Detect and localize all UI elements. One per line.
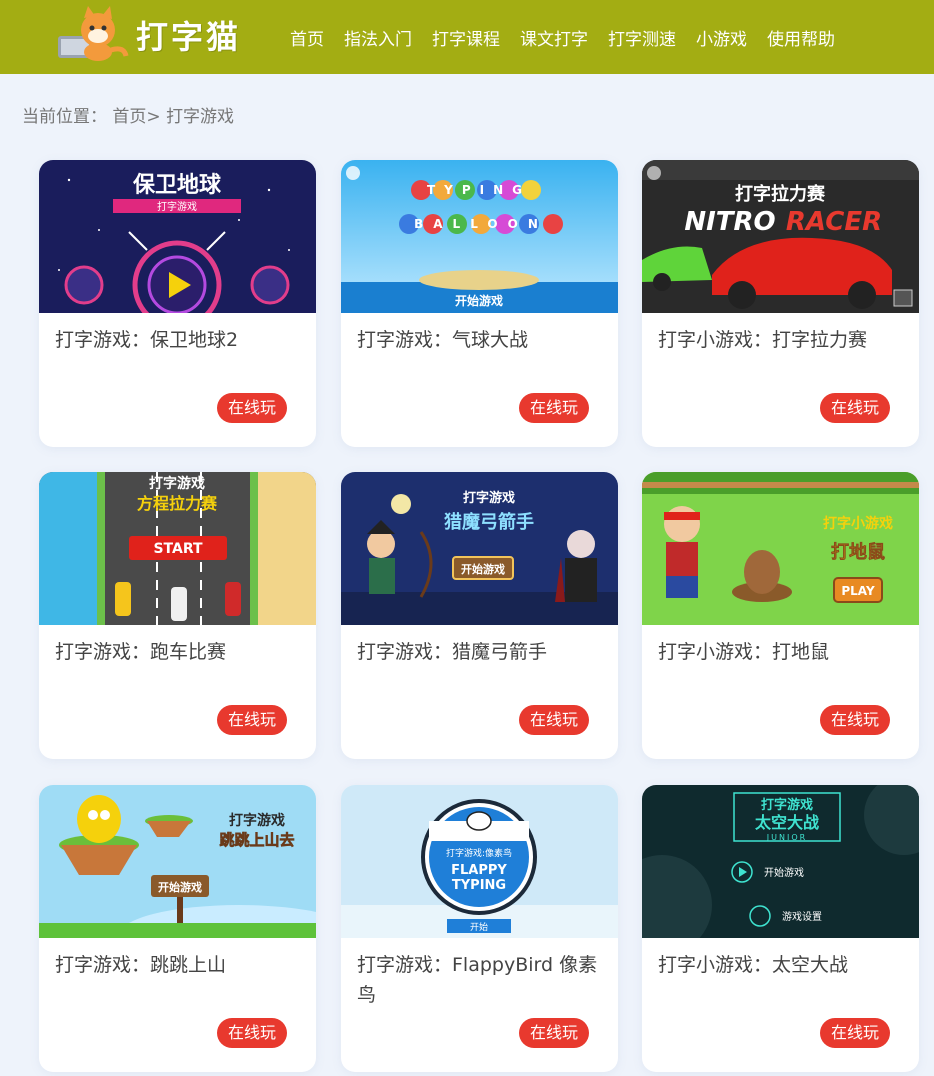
play-online-button[interactable]: 在线玩 xyxy=(519,705,589,735)
svg-text:打字游戏: 打字游戏 xyxy=(157,200,197,213)
svg-text:太空大战: 太空大战 xyxy=(754,813,819,832)
breadcrumb-home-link[interactable]: 首页 xyxy=(112,107,146,127)
svg-text:猎魔弓箭手: 猎魔弓箭手 xyxy=(444,511,534,533)
svg-text:RACER: RACER xyxy=(786,207,882,237)
game-title[interactable]: 打字小游戏：打地鼠 xyxy=(658,637,906,667)
svg-text:打字游戏:像素鸟: 打字游戏:像素鸟 xyxy=(446,847,512,859)
svg-text:游戏设置: 游戏设置 xyxy=(782,910,822,923)
breadcrumb-prefix: 当前位置： xyxy=(22,107,107,127)
game-thumbnail[interactable]: 打字游戏:像素鸟 FLAPPY TYPING 开始 xyxy=(341,785,618,938)
nav-item-home[interactable]: 首页 xyxy=(280,25,334,50)
game-title[interactable]: 打字游戏：保卫地球2 xyxy=(55,325,303,355)
game-card[interactable]: 打字游戏:像素鸟 FLAPPY TYPING 开始 打字游戏：FlappyBir… xyxy=(341,785,618,1072)
svg-text:打字小游戏: 打字小游戏 xyxy=(823,515,893,532)
game-thumbnail[interactable]: TYPING BALLOON 开始游戏 xyxy=(341,160,618,313)
game-thumbnail[interactable]: 打字游戏 方程拉力赛 START xyxy=(39,472,316,625)
game-card[interactable]: 打字游戏 猎魔弓箭手 开始游戏 打字游戏：猎魔弓箭手 在线玩 xyxy=(341,472,618,759)
game-title[interactable]: 打字游戏：跳跳上山 xyxy=(55,950,303,980)
nav-item-games[interactable]: 小游戏 xyxy=(686,25,757,50)
nav-item-fingering[interactable]: 指法入门 xyxy=(334,25,422,50)
game-thumbnail[interactable]: 打字拉力赛 NITRO RACER xyxy=(642,160,919,313)
play-online-button[interactable]: 在线玩 xyxy=(217,393,287,423)
svg-text:打字游戏: 打字游戏 xyxy=(761,797,813,813)
breadcrumb-separator: > xyxy=(146,107,161,127)
game-title[interactable]: 打字游戏：跑车比赛 xyxy=(55,637,303,667)
game-card[interactable]: 打字游戏 跳跳上山去 开始游戏 打字游戏：跳跳上山 在线玩 xyxy=(39,785,316,1072)
game-title[interactable]: 打字小游戏：打字拉力赛 xyxy=(658,325,906,355)
game-title[interactable]: 打字游戏：猎魔弓箭手 xyxy=(357,637,605,667)
logo-text: 打字猫 xyxy=(136,18,242,56)
game-title[interactable]: 打字小游戏：太空大战 xyxy=(658,950,906,980)
game-thumbnail[interactable]: 打字游戏 太空大战 JUNIOR 开始游戏 游戏设置 xyxy=(642,785,919,938)
game-thumbnail[interactable]: 打字游戏 跳跳上山去 开始游戏 xyxy=(39,785,316,938)
cat-mascot-icon xyxy=(54,6,132,64)
game-thumbnail[interactable]: 打字游戏 猎魔弓箭手 开始游戏 xyxy=(341,472,618,625)
play-online-button[interactable]: 在线玩 xyxy=(519,393,589,423)
breadcrumb-current: 打字游戏 xyxy=(166,107,235,127)
game-card[interactable]: 保卫地球 打字游戏 打字游戏：保卫地球2 在线玩 xyxy=(39,160,316,447)
svg-text:START: START xyxy=(153,541,203,557)
play-online-button[interactable]: 在线玩 xyxy=(519,1018,589,1048)
game-card[interactable]: 打字小游戏 打地鼠 PLAY 打字小游戏：打地鼠 在线玩 xyxy=(642,472,919,759)
svg-text:打字游戏: 打字游戏 xyxy=(229,812,285,829)
game-title[interactable]: 打字游戏：FlappyBird 像素鸟 xyxy=(357,950,605,1010)
play-online-button[interactable]: 在线玩 xyxy=(217,705,287,735)
nav-item-text-typing[interactable]: 课文打字 xyxy=(510,25,598,50)
nav-item-speed-test[interactable]: 打字测速 xyxy=(598,25,686,50)
svg-text:NITRO: NITRO xyxy=(684,207,775,237)
svg-text:PLAY: PLAY xyxy=(841,584,875,598)
svg-text:打字游戏: 打字游戏 xyxy=(463,490,515,506)
play-online-button[interactable]: 在线玩 xyxy=(820,393,890,423)
nav-item-courses[interactable]: 打字课程 xyxy=(422,25,510,50)
svg-text:打地鼠: 打地鼠 xyxy=(831,541,885,563)
svg-text:跳跳上山去: 跳跳上山去 xyxy=(219,831,294,849)
svg-text:BALLOON: BALLOON xyxy=(414,217,548,231)
play-online-button[interactable]: 在线玩 xyxy=(820,705,890,735)
breadcrumb: 当前位置： 首页> 打字游戏 xyxy=(22,102,234,127)
svg-text:方程拉力赛: 方程拉力赛 xyxy=(137,494,218,513)
svg-text:开始: 开始 xyxy=(470,921,488,933)
nav-item-help[interactable]: 使用帮助 xyxy=(757,25,845,50)
svg-text:TYPING: TYPING xyxy=(452,878,506,893)
top-navbar: 打字猫 首页 指法入门 打字课程 课文打字 打字测速 小游戏 使用帮助 xyxy=(0,0,934,74)
play-online-button[interactable]: 在线玩 xyxy=(217,1018,287,1048)
svg-text:开始游戏: 开始游戏 xyxy=(461,562,505,576)
svg-text:FLAPPY: FLAPPY xyxy=(451,863,507,878)
svg-text:打字拉力赛: 打字拉力赛 xyxy=(735,183,826,205)
game-title[interactable]: 打字游戏：气球大战 xyxy=(357,325,605,355)
game-card[interactable]: 打字拉力赛 NITRO RACER 打字小游戏：打字拉力赛 在线玩 xyxy=(642,160,919,447)
game-thumbnail[interactable]: 打字小游戏 打地鼠 PLAY xyxy=(642,472,919,625)
svg-text:开始游戏: 开始游戏 xyxy=(764,866,804,879)
svg-text:JUNIOR: JUNIOR xyxy=(766,833,807,842)
svg-text:保卫地球: 保卫地球 xyxy=(132,173,222,198)
svg-text:打字游戏: 打字游戏 xyxy=(149,475,205,492)
game-card[interactable]: 打字游戏 方程拉力赛 START 打字游戏：跑车比赛 在线玩 xyxy=(39,472,316,759)
site-logo[interactable]: 打字猫 xyxy=(54,4,254,66)
game-card[interactable]: 打字游戏 太空大战 JUNIOR 开始游戏 游戏设置 打字小游戏：太空大战 在线… xyxy=(642,785,919,1072)
svg-text:开始游戏: 开始游戏 xyxy=(158,880,202,894)
game-card[interactable]: TYPING BALLOON 开始游戏 打字游戏：气球大战 在线玩 xyxy=(341,160,618,447)
svg-text:TYPING: TYPING xyxy=(427,183,531,197)
game-thumbnail[interactable]: 保卫地球 打字游戏 xyxy=(39,160,316,313)
main-nav: 首页 指法入门 打字课程 课文打字 打字测速 小游戏 使用帮助 xyxy=(280,0,845,74)
svg-text:开始游戏: 开始游戏 xyxy=(455,293,503,308)
play-online-button[interactable]: 在线玩 xyxy=(820,1018,890,1048)
